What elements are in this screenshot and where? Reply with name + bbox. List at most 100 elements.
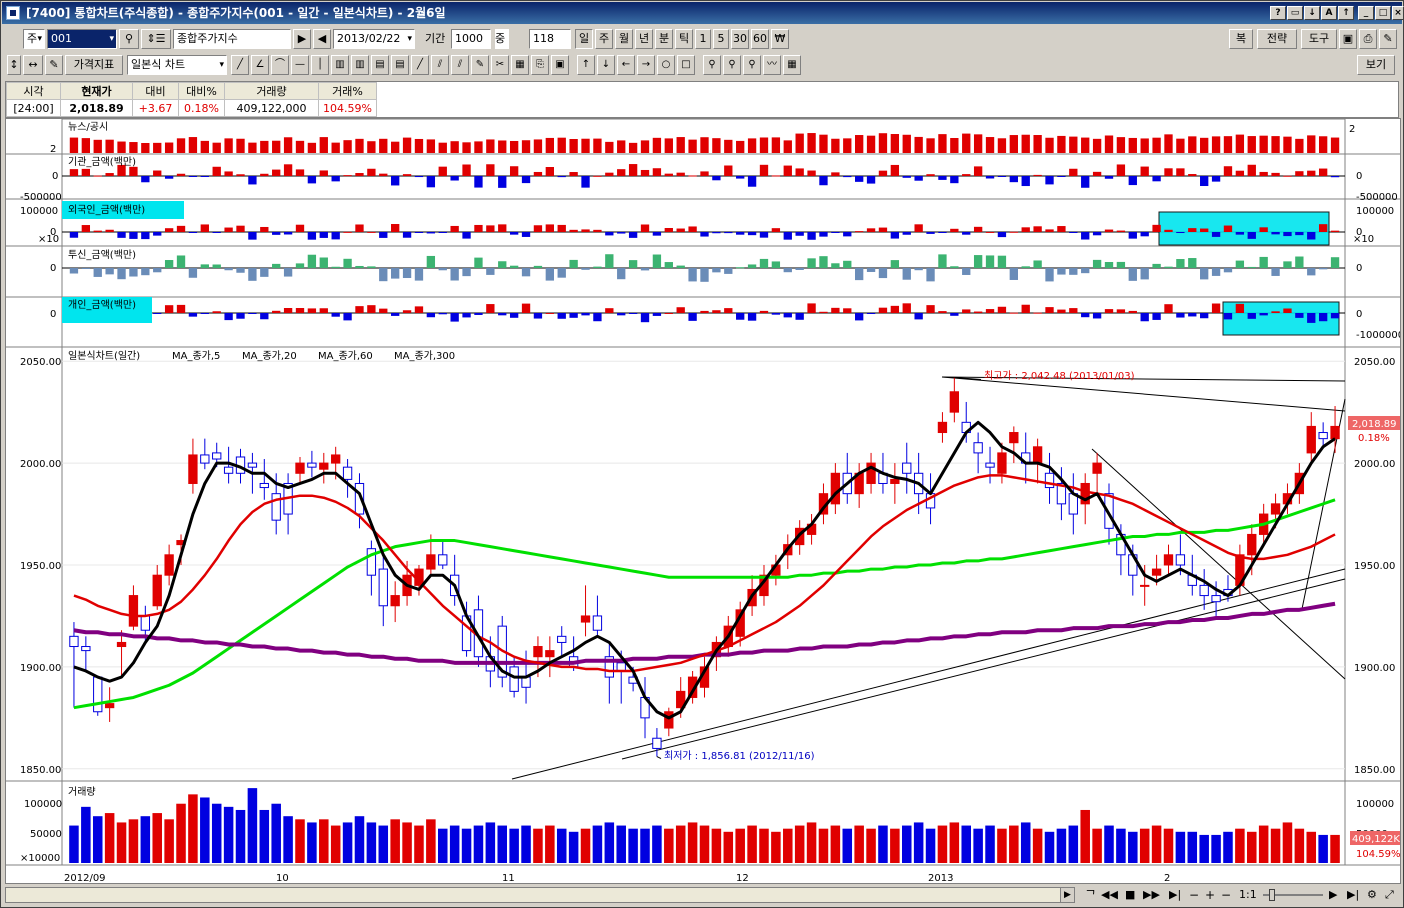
interval-5-button[interactable]: 5 <box>713 29 729 49</box>
zoom-slider[interactable] <box>1263 889 1323 901</box>
tools-button[interactable]: 도구 <box>1301 29 1337 49</box>
count-input[interactable]: 118 <box>529 29 571 49</box>
nav-end-icon[interactable]: ▶ <box>1329 885 1337 905</box>
draw-grid1-icon[interactable]: ▥ <box>331 55 349 75</box>
fast-forward-icon[interactable]: ▶▶ <box>1143 885 1160 905</box>
draw-wave-icon[interactable]: 〰 <box>763 55 781 75</box>
draw-left-icon[interactable]: ← <box>617 55 635 75</box>
up-down-button[interactable]: ↕ <box>7 55 21 75</box>
foreign-bar <box>962 232 971 235</box>
chart-type-select[interactable]: 일본식 차트 <box>127 55 227 75</box>
help-button[interactable]: ? <box>1270 6 1286 20</box>
market-select[interactable]: 주 <box>23 29 45 49</box>
horizontal-scrollbar[interactable]: ▶ <box>5 887 1075 903</box>
draw-zoom3-icon[interactable]: ⚲ <box>743 55 761 75</box>
draw-vline-icon[interactable]: │ <box>311 55 329 75</box>
period-week-button[interactable]: 주 <box>595 29 613 49</box>
foreign-bar <box>1295 232 1304 236</box>
draw-cut-icon[interactable]: ✂ <box>491 55 509 75</box>
draw-pen-icon[interactable]: ✎ <box>471 55 489 75</box>
next-button[interactable]: ▶ <box>293 29 311 49</box>
date-field[interactable]: 2013/02/22 <box>333 29 415 49</box>
font-button[interactable]: A <box>1321 6 1337 20</box>
chart-area[interactable]: 뉴스/공시 2 2 기관_금액(백만) 0 -500000 0 -500000 … <box>5 118 1404 884</box>
draw-arc-icon[interactable]: ⌒ <box>271 55 289 75</box>
period-tick-button[interactable]: 틱 <box>675 29 693 49</box>
inst-bar <box>224 171 233 176</box>
price-indicator-button[interactable]: 가격지표 <box>65 55 123 75</box>
close-button[interactable]: × <box>1392 6 1404 20</box>
draw-grid2-icon[interactable]: ▥ <box>351 55 369 75</box>
trust-bar <box>1021 266 1030 268</box>
nav-first-icon[interactable]: ᄀ <box>1085 885 1096 905</box>
restore-button[interactable]: 복 <box>1229 29 1253 49</box>
draw-right-icon[interactable]: → <box>637 55 655 75</box>
draw-zoom1-icon[interactable]: ⚲ <box>703 55 721 75</box>
arrow-down-button[interactable]: ↓ <box>1304 6 1320 20</box>
maximize-button[interactable]: □ <box>1375 6 1391 20</box>
won-button[interactable]: ₩ <box>771 29 789 49</box>
candle-body <box>890 478 900 484</box>
draw-zoom2-icon[interactable]: ⚲ <box>723 55 741 75</box>
arrow-up-button[interactable]: ↑ <box>1338 6 1354 20</box>
config-icon[interactable]: ⚙ <box>1367 885 1377 905</box>
interval-60-button[interactable]: 60 <box>751 29 769 49</box>
draw-channel2-icon[interactable]: ⫽ <box>451 55 469 75</box>
draw-grid3-icon[interactable]: ▤ <box>371 55 389 75</box>
draw-grid4-icon[interactable]: ▤ <box>391 55 409 75</box>
draw-down-icon[interactable]: ↓ <box>597 55 615 75</box>
left-right-button[interactable]: ↔ <box>23 55 43 75</box>
draw-pattern-icon[interactable]: ▦ <box>783 55 801 75</box>
draw-channel-icon[interactable]: ⫽ <box>431 55 449 75</box>
zoom-out-icon[interactable]: − <box>1221 885 1231 905</box>
code-input[interactable]: 001 <box>47 29 117 49</box>
period-year-button[interactable]: 년 <box>635 29 653 49</box>
fullscreen-icon[interactable]: ⤢ <box>1385 885 1394 905</box>
rewind-icon[interactable]: ◀◀ <box>1101 885 1118 905</box>
stock-name-field[interactable]: 종합주가지수 <box>173 29 291 49</box>
news-bar <box>973 134 983 153</box>
view-button[interactable]: 보기 <box>1357 55 1395 75</box>
interval-1-button[interactable]: 1 <box>695 29 711 49</box>
zoom-slider-handle[interactable] <box>1269 889 1275 901</box>
trust-bar <box>878 268 888 279</box>
nav-last-icon[interactable]: ▶| <box>1347 885 1359 905</box>
draw-copy-icon[interactable]: ⎘ <box>531 55 549 75</box>
draw-circle-icon[interactable]: ○ <box>657 55 675 75</box>
stop-icon[interactable]: ■ <box>1125 885 1135 905</box>
settings-icon-button[interactable]: ✎ <box>1379 29 1397 49</box>
dock-button[interactable]: ▭ <box>1287 6 1303 20</box>
draw-color-icon[interactable]: ▦ <box>511 55 529 75</box>
period-minute-button[interactable]: 분 <box>655 29 673 49</box>
chart-svg[interactable]: 뉴스/공시 2 2 기관_금액(백만) 0 -500000 0 -500000 … <box>6 118 1404 884</box>
zoom-plus-icon[interactable]: + <box>1205 885 1215 905</box>
draw-angle-icon[interactable]: ∠ <box>251 55 269 75</box>
prev-button[interactable]: ◀ <box>313 29 331 49</box>
draw-trend-icon[interactable]: ╱ <box>411 55 429 75</box>
candle-body <box>426 554 436 570</box>
code-list-button[interactable]: ⇕☰ <box>141 29 171 49</box>
candle-body <box>223 466 234 474</box>
nav-next-icon[interactable]: ▶| <box>1169 885 1181 905</box>
minimize-button[interactable]: _ <box>1358 6 1374 20</box>
scroll-right-icon[interactable]: ▶ <box>1060 888 1074 902</box>
interval-30-button[interactable]: 30 <box>731 29 749 49</box>
draw-up-icon[interactable]: ↑ <box>577 55 595 75</box>
search-button[interactable]: ⚲ <box>119 29 139 49</box>
updown-icon: ↕ <box>9 58 19 71</box>
print-icon-button[interactable]: ⎙ <box>1359 29 1377 49</box>
strategy-button[interactable]: 전략 <box>1257 29 1297 49</box>
draw-frame-icon[interactable]: ▣ <box>551 55 569 75</box>
volume-bar <box>235 809 246 863</box>
zoom-minus-icon[interactable]: − <box>1189 885 1199 905</box>
period-month-button[interactable]: 월 <box>615 29 633 49</box>
edit-icon-button[interactable]: ✎ <box>45 55 63 75</box>
draw-rect-icon[interactable]: □ <box>677 55 695 75</box>
draw-line-icon[interactable]: ╱ <box>231 55 249 75</box>
trust-bar <box>985 255 995 268</box>
period-day-button[interactable]: 일 <box>575 29 593 49</box>
draw-hline-icon[interactable]: — <box>291 55 309 75</box>
period-input[interactable]: 1000 <box>451 29 491 49</box>
save-icon-button[interactable]: ▣ <box>1339 29 1357 49</box>
personal-bar <box>664 312 673 314</box>
